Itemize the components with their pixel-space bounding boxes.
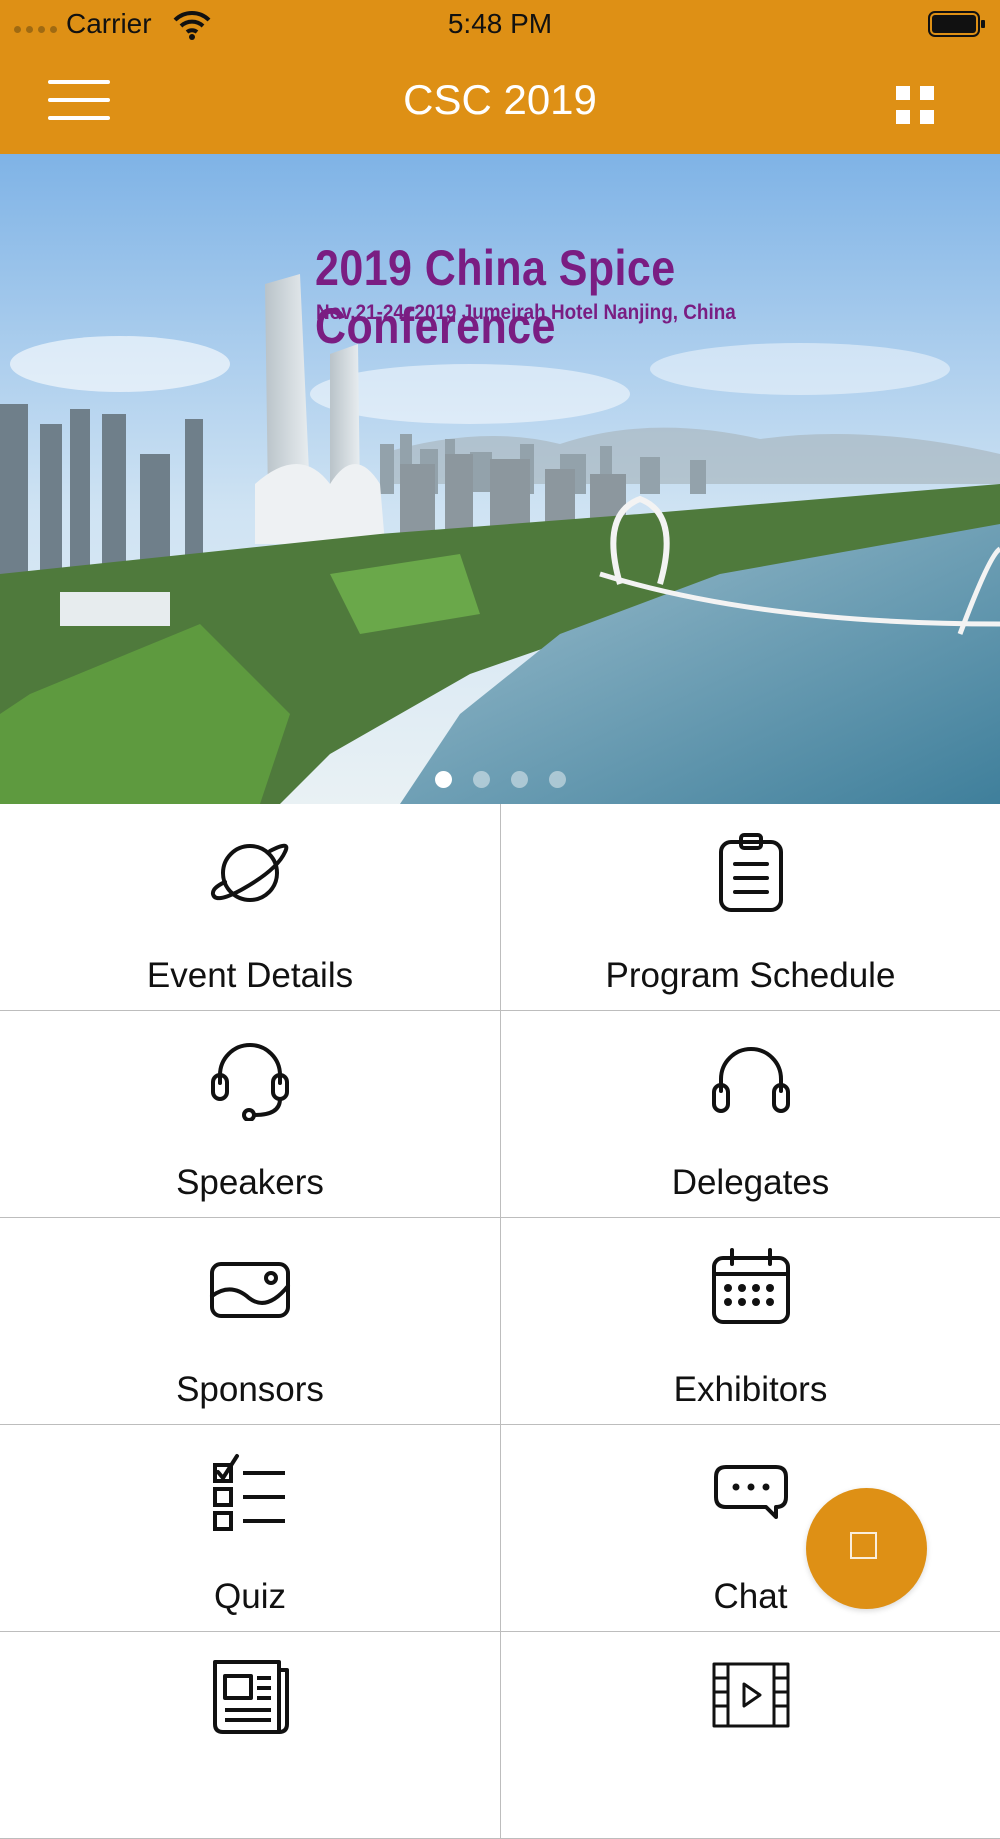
menu-tile-label: Exhibitors [673,1370,828,1409]
menu-tile-speakers[interactable]: Speakers [0,1011,500,1218]
banner-subtitle: Nov.21-24, 2019 Jumeirah Hotel Nanjing, … [316,301,736,324]
status-time: 5:48 PM [447,8,553,39]
menu-tile-chat[interactable]: Chat [500,1425,1000,1632]
menu-tile-label: Event Details [146,956,354,995]
menu-tile-exhibitors[interactable]: Exhibitors [500,1218,1000,1425]
headset-mic-icon [211,1043,289,1121]
menu-tile-label: Quiz [214,1577,286,1616]
menu-tile-quiz[interactable]: Quiz [0,1425,500,1632]
qr-grid-icon[interactable] [896,86,936,126]
clipboard-icon [718,833,783,912]
headphones-icon [711,1047,790,1113]
landscape-photo-icon [210,1262,290,1318]
menu-tile-delegates[interactable]: Delegates [500,1011,1000,1218]
navigation-bar: CSC 2019 [0,48,1000,154]
film-play-icon [712,1662,789,1728]
menu-tile-news[interactable] [0,1632,500,1839]
planet-icon [210,843,289,902]
checklist-icon [213,1454,285,1531]
menu-tile-event-details[interactable]: Event Details [0,804,500,1011]
status-bar: Carrier 5:48 PM [0,0,1000,48]
menu-tile-label: Program Schedule [605,956,896,995]
carousel-dot[interactable] [510,771,528,788]
carousel-dot[interactable] [548,771,566,788]
newspaper-icon [213,1660,289,1734]
menu-tile-videos[interactable] [500,1632,1000,1839]
carousel-dot[interactable] [434,771,452,788]
menu-tile-sponsors[interactable]: Sponsors [0,1218,500,1425]
battery-icon [928,11,985,37]
carousel-dot[interactable] [472,771,490,788]
page-title: CSC 2019 [403,76,597,123]
floating-action-button[interactable] [806,1488,927,1609]
calendar-icon [711,1248,790,1324]
chat-bubble-icon [713,1465,788,1519]
banner-carousel[interactable]: 2019 China Spice Conference Nov.21-24, 2… [0,154,1000,804]
menu-tile-program-schedule[interactable]: Program Schedule [500,804,1000,1011]
menu-tile-label: Sponsors [176,1370,324,1409]
carousel-page-indicator[interactable] [0,771,1000,788]
square-icon [850,1532,877,1559]
banner-title: 2019 China Spice Conference [315,240,676,354]
menu-tile-label: Delegates [671,1163,830,1202]
menu-tile-label: Chat [713,1577,788,1616]
menu-tile-label: Speakers [176,1163,324,1202]
